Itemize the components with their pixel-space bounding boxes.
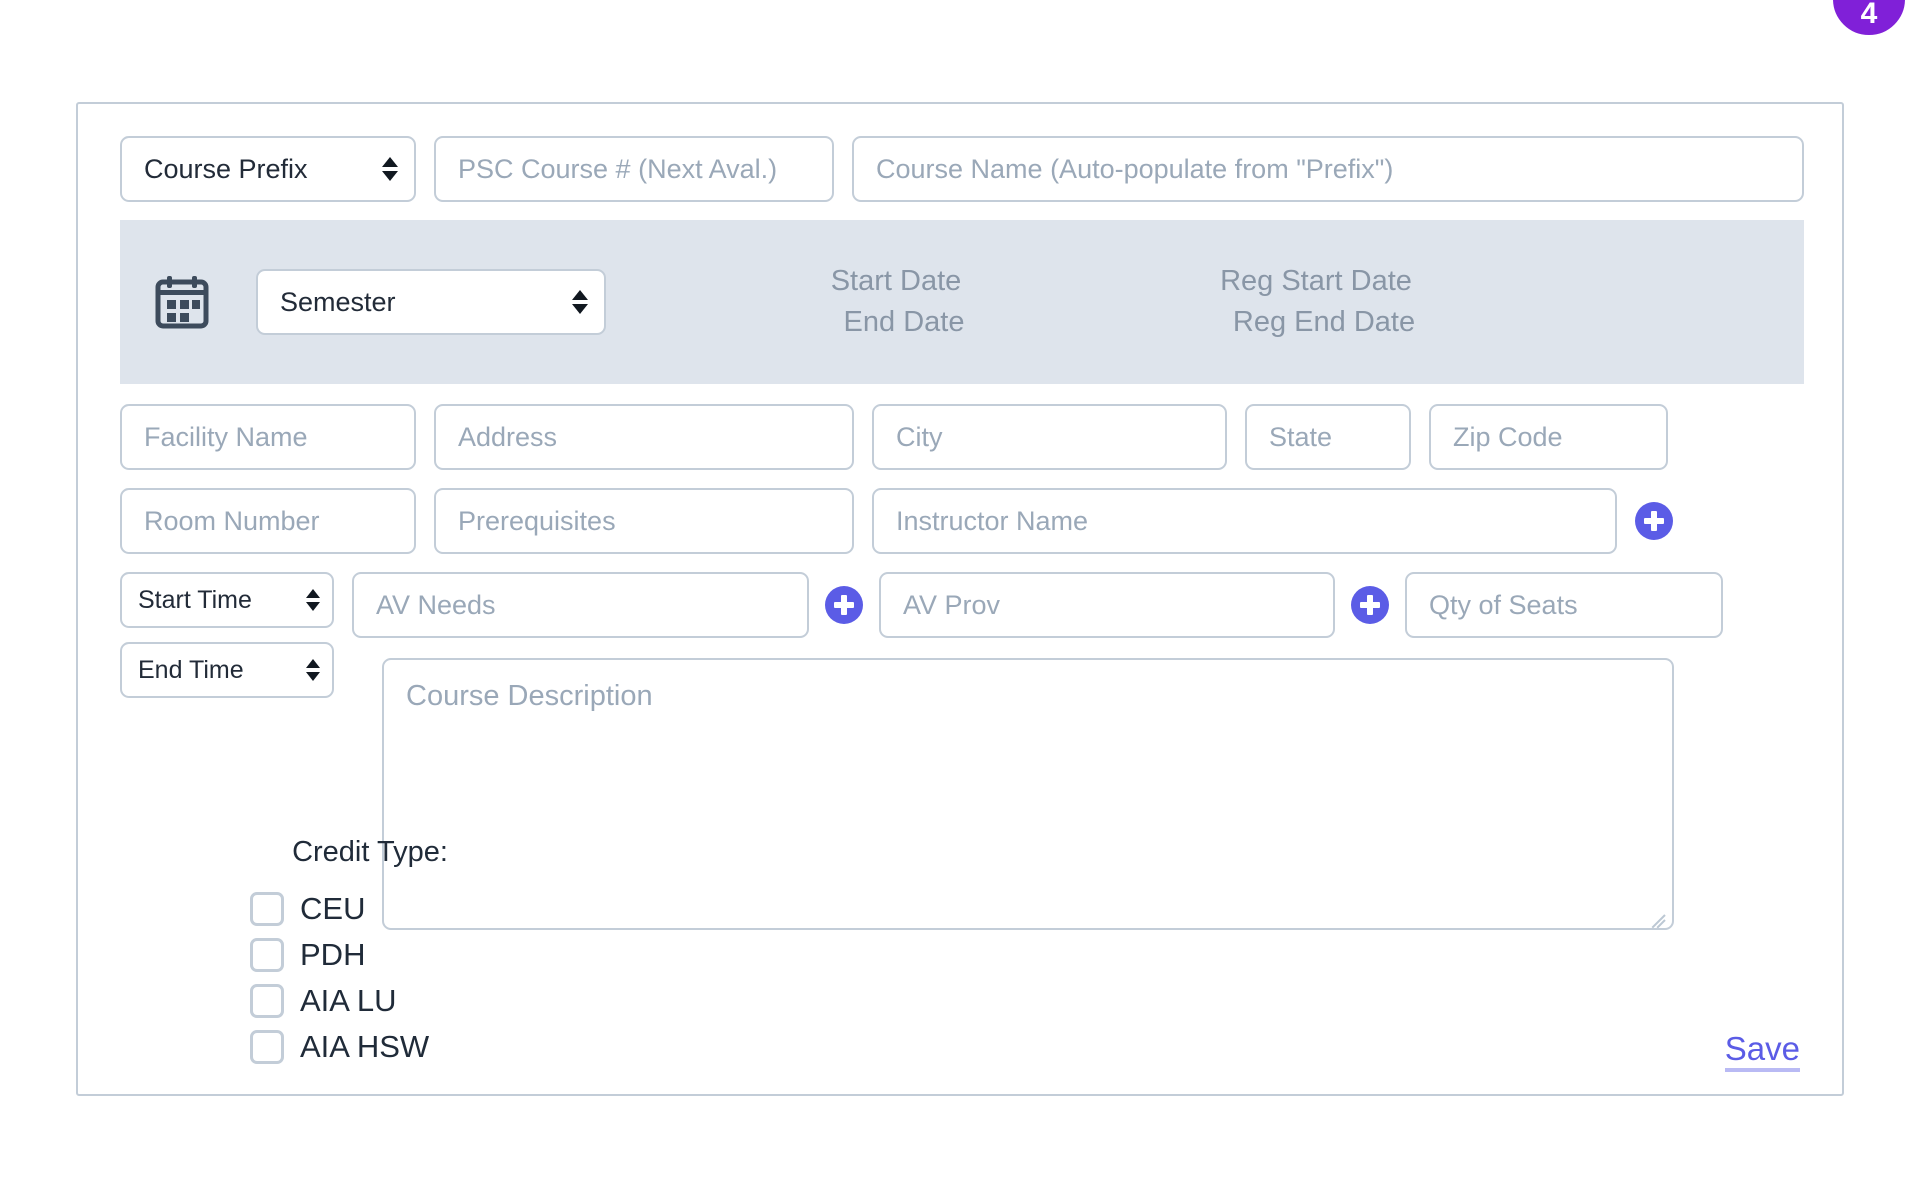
credit-label-aia-lu: AIA LU bbox=[300, 983, 397, 1018]
credit-option-aia-hsw[interactable]: AIA HSW bbox=[240, 1029, 570, 1065]
instructor-name-placeholder: Instructor Name bbox=[896, 505, 1089, 536]
credit-type-title: Credit Type: bbox=[292, 836, 448, 868]
end-date-label[interactable]: End Date bbox=[828, 306, 965, 339]
address-placeholder: Address bbox=[458, 421, 558, 452]
course-dates-column: Start Date End Date bbox=[686, 265, 1106, 339]
zip-code-input[interactable]: Zip Code bbox=[1429, 404, 1668, 470]
room-number-input[interactable]: Room Number bbox=[120, 488, 416, 554]
add-av-needs-button[interactable] bbox=[825, 586, 863, 624]
address-input[interactable]: Address bbox=[434, 404, 854, 470]
instructor-name-input[interactable]: Instructor Name bbox=[872, 488, 1617, 554]
prerequisites-placeholder: Prerequisites bbox=[458, 505, 616, 536]
credit-label-ceu: CEU bbox=[300, 891, 366, 926]
credit-label-pdh: PDH bbox=[300, 937, 366, 972]
date-labels-group: Start Date End Date Reg Start Date Reg E… bbox=[686, 265, 1526, 339]
resize-handle-icon[interactable] bbox=[1645, 901, 1666, 929]
reg-start-date-label[interactable]: Reg Start Date bbox=[1220, 265, 1412, 298]
semester-select[interactable]: Semester bbox=[256, 269, 606, 335]
state-placeholder: State bbox=[1269, 421, 1333, 452]
course-description-placeholder: Course Description bbox=[406, 680, 653, 712]
course-description-textarea[interactable]: Course Description bbox=[382, 658, 1674, 930]
reg-end-date-label[interactable]: Reg End Date bbox=[1217, 306, 1415, 339]
credit-label-aia-hsw: AIA HSW bbox=[300, 1029, 430, 1064]
chevron-updown-icon bbox=[306, 659, 320, 681]
city-placeholder: City bbox=[896, 421, 943, 452]
credit-option-ceu[interactable]: CEU bbox=[240, 891, 570, 927]
add-instructor-button[interactable] bbox=[1635, 502, 1673, 540]
course-identity-row: Course Prefix PSC Course # (Next Aval.) … bbox=[120, 136, 1804, 202]
room-number-placeholder: Room Number bbox=[144, 505, 320, 536]
save-button[interactable]: Save bbox=[1724, 1030, 1800, 1072]
start-date-label[interactable]: Start Date bbox=[831, 265, 962, 298]
room-instructor-row: Room Number Prerequisites Instructor Nam… bbox=[120, 488, 1804, 554]
course-prefix-value: Course Prefix bbox=[144, 153, 308, 184]
qty-of-seats-input[interactable]: Qty of Seats bbox=[1405, 572, 1723, 638]
notification-badge-count: 4 bbox=[1860, 0, 1878, 30]
chevron-updown-icon bbox=[572, 290, 588, 314]
credit-type-group: Credit Type: CEU PDH AIA LU AIA HSW bbox=[240, 836, 570, 1075]
page-root: 4 Course Prefix PSC Course # (Next Aval.… bbox=[0, 0, 1922, 1198]
av-prov-input[interactable]: AV Prov bbox=[879, 572, 1335, 638]
qty-of-seats-placeholder: Qty of Seats bbox=[1429, 589, 1578, 620]
course-form-body: Course Prefix PSC Course # (Next Aval.) … bbox=[120, 136, 1804, 1064]
semester-value: Semester bbox=[280, 286, 396, 317]
av-prov-placeholder: AV Prov bbox=[903, 589, 1001, 620]
credit-option-pdh[interactable]: PDH bbox=[240, 937, 570, 973]
zip-code-placeholder: Zip Code bbox=[1453, 421, 1563, 452]
registration-dates-column: Reg Start Date Reg End Date bbox=[1106, 265, 1526, 339]
course-number-input[interactable]: PSC Course # (Next Aval.) bbox=[434, 136, 834, 202]
state-input[interactable]: State bbox=[1245, 404, 1411, 470]
course-name-placeholder: Course Name (Auto-populate from "Prefix"… bbox=[876, 153, 1394, 184]
city-input[interactable]: City bbox=[872, 404, 1227, 470]
chevron-updown-icon bbox=[382, 157, 398, 181]
checkbox-pdh[interactable] bbox=[250, 938, 284, 972]
course-number-placeholder: PSC Course # (Next Aval.) bbox=[458, 153, 778, 184]
checkbox-aia-lu[interactable] bbox=[250, 984, 284, 1018]
facility-name-input[interactable]: Facility Name bbox=[120, 404, 416, 470]
course-prefix-select[interactable]: Course Prefix bbox=[120, 136, 416, 202]
facility-name-placeholder: Facility Name bbox=[144, 421, 308, 452]
av-row: AV Needs AV Prov Qty of Seats bbox=[352, 572, 1804, 638]
course-form-card: Course Prefix PSC Course # (Next Aval.) … bbox=[76, 102, 1844, 1096]
end-time-value: End Time bbox=[138, 655, 244, 684]
start-time-select[interactable]: Start Time bbox=[120, 572, 334, 628]
av-needs-input[interactable]: AV Needs bbox=[352, 572, 809, 638]
course-name-input[interactable]: Course Name (Auto-populate from "Prefix"… bbox=[852, 136, 1804, 202]
add-av-prov-button[interactable] bbox=[1351, 586, 1389, 624]
calendar-icon bbox=[154, 274, 210, 330]
chevron-updown-icon bbox=[306, 589, 320, 611]
semester-date-band: Semester Start Date End Date Reg Start D… bbox=[120, 220, 1804, 384]
av-needs-placeholder: AV Needs bbox=[376, 589, 496, 620]
credit-option-aia-lu[interactable]: AIA LU bbox=[240, 983, 570, 1019]
prerequisites-input[interactable]: Prerequisites bbox=[434, 488, 854, 554]
start-time-value: Start Time bbox=[138, 585, 252, 614]
checkbox-aia-hsw[interactable] bbox=[250, 1030, 284, 1064]
end-time-select[interactable]: End Time bbox=[120, 642, 334, 698]
location-row: Facility Name Address City State Zip Cod… bbox=[120, 404, 1804, 470]
notification-badge[interactable]: 4 bbox=[1826, 0, 1912, 42]
checkbox-ceu[interactable] bbox=[250, 892, 284, 926]
